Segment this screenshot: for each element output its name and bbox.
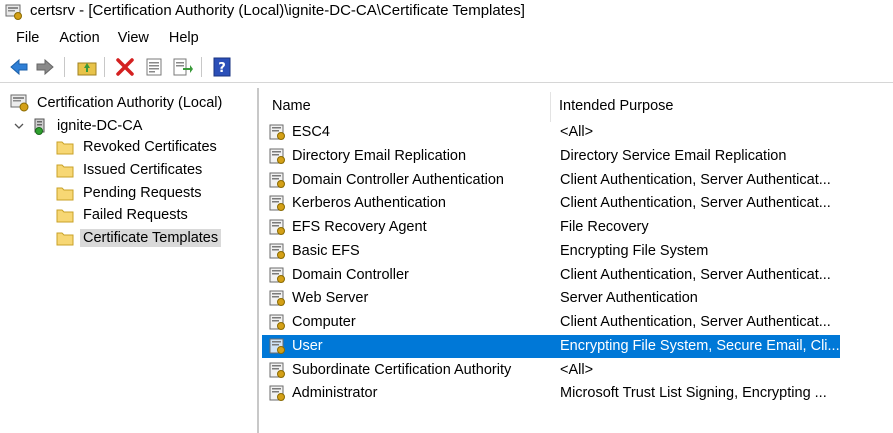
- export-list-icon[interactable]: [171, 56, 193, 78]
- properties-icon[interactable]: [143, 56, 165, 78]
- template-name: Web Server: [292, 290, 369, 307]
- tree-label: Certificate Templates: [80, 229, 222, 247]
- up-folder-icon[interactable]: [76, 56, 98, 78]
- certificate-template-icon: [269, 148, 286, 165]
- tree-item-failed-requests[interactable]: Failed Requests: [56, 204, 191, 226]
- delete-icon[interactable]: [114, 56, 136, 78]
- table-row[interactable]: Administrator Microsoft Trust List Signin…: [262, 382, 840, 405]
- forward-arrow-icon[interactable]: [34, 56, 56, 78]
- intended-purpose: Client Authentication, Server Authentica…: [560, 314, 831, 330]
- chevron-down-icon[interactable]: [12, 119, 26, 133]
- column-header-name[interactable]: Name: [272, 88, 542, 124]
- ca-server-icon: [32, 117, 50, 135]
- menu-action[interactable]: Action: [59, 30, 99, 46]
- folder-icon: [56, 162, 74, 178]
- certificate-template-icon: [269, 124, 286, 141]
- folder-icon: [56, 185, 74, 201]
- template-name: ESC4: [292, 124, 330, 140]
- tree-label: Failed Requests: [83, 207, 188, 223]
- template-name: Kerberos Authentication: [292, 195, 446, 212]
- template-name: Basic EFS: [292, 242, 360, 259]
- tree-item-certificate-templates[interactable]: Certificate Templates: [56, 227, 222, 249]
- tree-label: ignite-DC-CA: [57, 118, 143, 134]
- intended-purpose: <All>: [560, 124, 594, 140]
- intended-purpose: File Recovery: [560, 219, 649, 235]
- intended-purpose: Microsoft Trust List Signing, Encrypting…: [560, 385, 827, 402]
- template-name: EFS Recovery Agent: [292, 219, 427, 235]
- intended-purpose: Directory Service Email Replication: [560, 147, 787, 164]
- intended-purpose: Server Authentication: [560, 290, 698, 307]
- certificate-template-icon: [269, 219, 286, 236]
- template-name: Directory Email Replication: [292, 147, 467, 164]
- certsrv-app-icon[interactable]: [5, 3, 23, 21]
- table-row[interactable]: Domain Controller Authentication Client A…: [262, 169, 840, 192]
- certificate-template-icon: [269, 385, 286, 402]
- tree-pane: Certification Authority (Local) ignite-D…: [0, 88, 259, 433]
- intended-purpose: Encrypting File System, Secure Email, Cl…: [560, 337, 840, 354]
- tree-item-revoked-certificates[interactable]: Revoked Certificates: [56, 136, 220, 158]
- help-icon[interactable]: ?: [211, 56, 233, 78]
- title-bar: certsrv - [Certification Authority (Loca…: [0, 0, 893, 24]
- column-header-intended-purpose[interactable]: Intended Purpose: [559, 88, 859, 124]
- menu-bar: File Action View Help: [0, 26, 893, 50]
- tree-item-ca[interactable]: ignite-DC-CA: [12, 115, 145, 137]
- certificate-template-icon: [269, 243, 286, 260]
- template-name: Subordinate Certification Authority: [292, 361, 512, 378]
- template-name: Domain Controller: [292, 266, 409, 283]
- folder-icon: [56, 207, 74, 223]
- table-row[interactable]: EFS Recovery Agent File Recovery: [262, 216, 840, 239]
- folder-icon: [56, 139, 74, 155]
- tree-label: Revoked Certificates: [83, 139, 217, 155]
- table-row[interactable]: Directory Email Replication Directory Ser…: [262, 145, 840, 168]
- certificate-template-icon: [269, 267, 286, 284]
- folder-icon: [56, 230, 74, 246]
- menu-view[interactable]: View: [118, 30, 149, 46]
- intended-purpose: <All>: [560, 361, 594, 378]
- intended-purpose: Encrypting File System: [560, 242, 709, 259]
- list-pane: Name Intended Purpose ESC4 <All> Directory…: [262, 88, 893, 433]
- toolbar: ?: [0, 52, 893, 83]
- template-name: Administrator: [292, 385, 378, 402]
- table-row[interactable]: Kerberos Authentication Client Authentica…: [262, 192, 840, 215]
- table-row[interactable]: Computer Client Authentication, Server Au…: [262, 311, 840, 334]
- tree-item-pending-requests[interactable]: Pending Requests: [56, 182, 205, 204]
- certificate-template-icon: [269, 290, 286, 307]
- intended-purpose: Client Authentication, Server Authentica…: [560, 266, 831, 283]
- table-row[interactable]: ESC4 <All>: [262, 121, 840, 144]
- menu-help[interactable]: Help: [169, 30, 199, 46]
- template-name: Domain Controller Authentication: [292, 171, 504, 188]
- menu-file[interactable]: File: [16, 30, 39, 46]
- tree-item-root[interactable]: Certification Authority (Local): [10, 92, 225, 114]
- certificate-template-icon: [269, 338, 286, 355]
- tree-label: Pending Requests: [83, 185, 202, 201]
- table-row[interactable]: Domain Controller Client Authentication, …: [262, 264, 840, 287]
- window-title: certsrv - [Certification Authority (Loca…: [30, 2, 525, 19]
- tree-label: Certification Authority (Local): [37, 95, 223, 111]
- certificate-template-icon: [269, 195, 286, 212]
- table-row[interactable]: Basic EFS Encrypting File System: [262, 240, 840, 263]
- table-row[interactable]: User Encrypting File System, Secure Email…: [262, 334, 840, 358]
- certificate-template-icon: [269, 362, 286, 379]
- toolbar-separator: [201, 57, 202, 77]
- toolbar-separator: [104, 57, 105, 77]
- tree-item-issued-certificates[interactable]: Issued Certificates: [56, 159, 205, 181]
- table-row[interactable]: Web Server Server Authentication: [262, 287, 840, 310]
- toolbar-separator: [64, 57, 65, 77]
- certificate-template-icon: [269, 172, 286, 189]
- intended-purpose: Client Authentication, Server Authentica…: [560, 171, 831, 188]
- template-name: Computer: [292, 314, 356, 330]
- intended-purpose: Client Authentication, Server Authentica…: [560, 195, 831, 212]
- certificate-authority-icon: [10, 94, 30, 112]
- table-row[interactable]: Subordinate Certification Authority <All>: [262, 359, 840, 382]
- certificate-template-icon: [269, 314, 286, 331]
- back-arrow-icon[interactable]: [8, 56, 30, 78]
- column-divider[interactable]: [550, 92, 551, 122]
- template-name: User: [292, 337, 323, 354]
- svg-text:?: ?: [218, 61, 226, 76]
- tree-label: Issued Certificates: [83, 162, 203, 178]
